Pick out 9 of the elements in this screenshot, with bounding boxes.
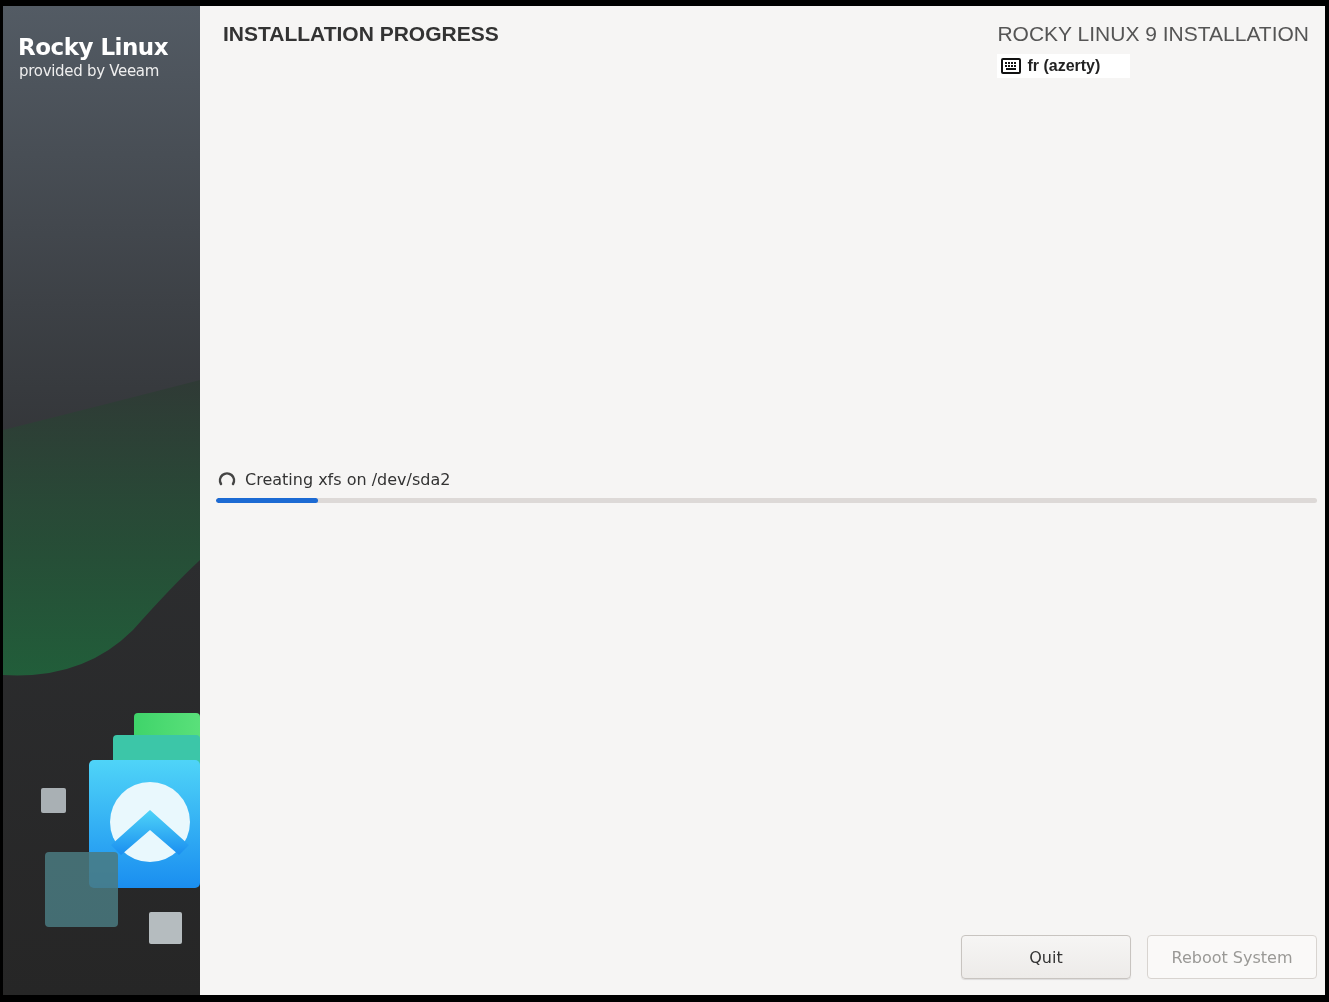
page-title: INSTALLATION PROGRESS <box>222 22 499 46</box>
keyboard-icon <box>1001 58 1022 74</box>
keyboard-layout-label: fr (azerty) <box>1027 57 1101 75</box>
brand-subtitle: provided by Veeam <box>18 61 161 80</box>
brand-title: Rocky Linux <box>17 33 170 60</box>
product-title: ROCKY LINUX 9 INSTALLATION <box>997 22 1309 46</box>
progress-status: Creating xfs on /dev/sda2 <box>245 470 451 489</box>
keyboard-layout-indicator[interactable]: fr (azerty) <box>997 54 1131 78</box>
action-button[interactable]: Quit <box>961 935 1131 979</box>
